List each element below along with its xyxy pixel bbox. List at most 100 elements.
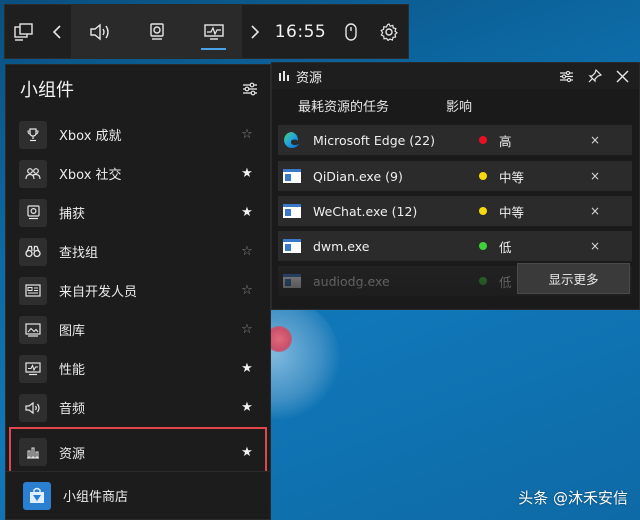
resources-title: 资源 (296, 70, 323, 86)
resources-column-headers: 最耗资源的任务 影响 (272, 89, 639, 121)
resources-icon (278, 70, 290, 82)
edge-icon (282, 130, 302, 150)
app-window-icon (282, 166, 302, 186)
click-through-button[interactable] (333, 4, 371, 59)
performance-icon (203, 23, 224, 40)
favorite-star-icon[interactable]: ★ (239, 205, 255, 220)
widget-item-label: 图库 (59, 324, 86, 339)
favorite-star-icon[interactable]: ★ (239, 361, 255, 376)
app-window-icon (282, 236, 302, 256)
audio-icon (19, 393, 47, 422)
resource-name: WeChat.exe (12) (313, 203, 418, 219)
widget-item-label: 来自开发人员 (59, 285, 138, 300)
impact-indicator (479, 242, 487, 250)
widget-item-label: 查找组 (59, 246, 99, 261)
impact-indicator (479, 136, 487, 144)
menu-settings-button[interactable] (242, 82, 258, 96)
gear-icon (380, 22, 399, 41)
resources-settings-button[interactable] (559, 70, 574, 83)
widget-item-label: 捕获 (59, 207, 86, 222)
mouse-icon (345, 22, 358, 41)
performance-widget-button[interactable] (185, 4, 242, 59)
widget-menu: 小组件 Xbox 成就 ☆ Xbox 社交 ★ 捕获 ★ 查找组 ☆ 来自开发人员 ☆ 图库 ☆ 性能 ★… (5, 64, 271, 520)
favorite-star-icon[interactable]: ☆ (239, 283, 255, 298)
watermark: 头条 @沐禾安信 (518, 487, 628, 508)
store-icon (23, 481, 51, 510)
favorite-star-icon[interactable]: ★ (239, 166, 255, 181)
impact-indicator (479, 277, 487, 285)
scroll-right-button[interactable] (242, 4, 268, 59)
audio-widget-button[interactable] (71, 4, 128, 59)
trophy-icon (19, 120, 47, 149)
widget-item-label: 性能 (59, 363, 86, 378)
favorite-star-icon[interactable]: ☆ (239, 322, 255, 337)
widget-item[interactable]: 音频 ★ (11, 388, 265, 427)
resource-name: audiodg.exe (313, 273, 390, 289)
settings-button[interactable] (370, 4, 408, 59)
impact-indicator (479, 207, 487, 215)
widget-menu-icon (14, 22, 34, 41)
capture-icon (19, 198, 47, 227)
pin-icon (588, 69, 602, 83)
scroll-left-button[interactable] (43, 4, 71, 59)
widget-item[interactable]: Xbox 成就 ☆ (11, 115, 265, 154)
impact-label: 中等 (499, 204, 525, 220)
app-window-icon (282, 271, 302, 291)
end-task-close-icon[interactable]: × (585, 239, 605, 253)
resource-row[interactable]: WeChat.exe (12) 中等 × (278, 196, 632, 226)
resource-row[interactable]: dwm.exe 低 × (278, 231, 632, 261)
resource-row[interactable]: QiDian.exe (9) 中等 × (278, 161, 632, 191)
widget-menu-header: 小组件 (6, 65, 270, 113)
capture-widget-button[interactable] (128, 4, 185, 59)
widget-item-label: 音频 (59, 402, 86, 417)
close-widget-button[interactable] (616, 70, 629, 83)
favorite-star-icon[interactable]: ★ (239, 445, 255, 460)
developer-icon (19, 276, 47, 305)
impact-label: 中等 (499, 169, 525, 185)
pin-button[interactable] (588, 69, 602, 83)
widget-shortcut-group (71, 4, 243, 59)
widget-menu-title: 小组件 (20, 80, 74, 101)
widget-item[interactable]: 捕获 ★ (11, 193, 265, 232)
widget-menu-button[interactable] (5, 4, 43, 59)
capture-icon (149, 22, 165, 41)
impact-label: 高 (499, 133, 512, 149)
clock: 16:55 (274, 21, 327, 42)
column-task: 最耗资源的任务 (298, 99, 390, 115)
widget-item[interactable]: Xbox 社交 ★ (11, 154, 265, 193)
resources-header: 资源 (272, 63, 639, 89)
resource-name: Microsoft Edge (22) (313, 132, 435, 148)
widget-item[interactable]: 来自开发人员 ☆ (11, 271, 265, 310)
resource-name: QiDian.exe (9) (313, 168, 403, 184)
widget-item-label: Xbox 社交 (59, 168, 122, 183)
favorite-star-icon[interactable]: ☆ (239, 244, 255, 259)
resources-widget: 资源 最耗资源的任务 影响 Microsoft Edge (22)高×Qi (271, 62, 640, 310)
watermark-text: 头条 @沐禾安信 (518, 489, 628, 507)
show-more-button[interactable]: 显示更多 (517, 263, 630, 294)
widget-list: Xbox 成就 ☆ Xbox 社交 ★ 捕获 ★ 查找组 ☆ 来自开发人员 ☆ 图库 ☆ 性能 ★ 音频 ★ 资… (6, 113, 270, 477)
end-task-close-icon[interactable]: × (585, 133, 605, 147)
column-impact: 影响 (446, 99, 473, 115)
people-icon (19, 159, 47, 188)
favorite-star-icon[interactable]: ★ (239, 400, 255, 415)
resource-row[interactable]: Microsoft Edge (22) 高 × (278, 125, 632, 155)
impact-label: 低 (499, 239, 512, 255)
resources-icon (19, 438, 47, 466)
widget-item[interactable]: 资源 ★ (9, 427, 267, 477)
widget-item-label: 资源 (59, 446, 86, 462)
app-window-icon (282, 201, 302, 221)
widget-item[interactable]: 图库 ☆ (11, 310, 265, 349)
sliders-icon (559, 70, 574, 83)
end-task-close-icon[interactable]: × (585, 204, 605, 218)
widget-item[interactable]: 性能 ★ (11, 349, 265, 388)
end-task-close-icon[interactable]: × (585, 169, 605, 183)
gallery-icon (19, 315, 47, 344)
close-icon (616, 70, 629, 83)
widget-item[interactable]: 查找组 ☆ (11, 232, 265, 271)
sliders-icon (242, 82, 258, 96)
favorite-star-icon[interactable]: ☆ (239, 127, 255, 142)
widget-store-button[interactable]: 小组件商店 (6, 471, 270, 519)
audio-icon (89, 23, 111, 41)
performance-icon (19, 354, 47, 383)
binoculars-icon (19, 237, 47, 266)
